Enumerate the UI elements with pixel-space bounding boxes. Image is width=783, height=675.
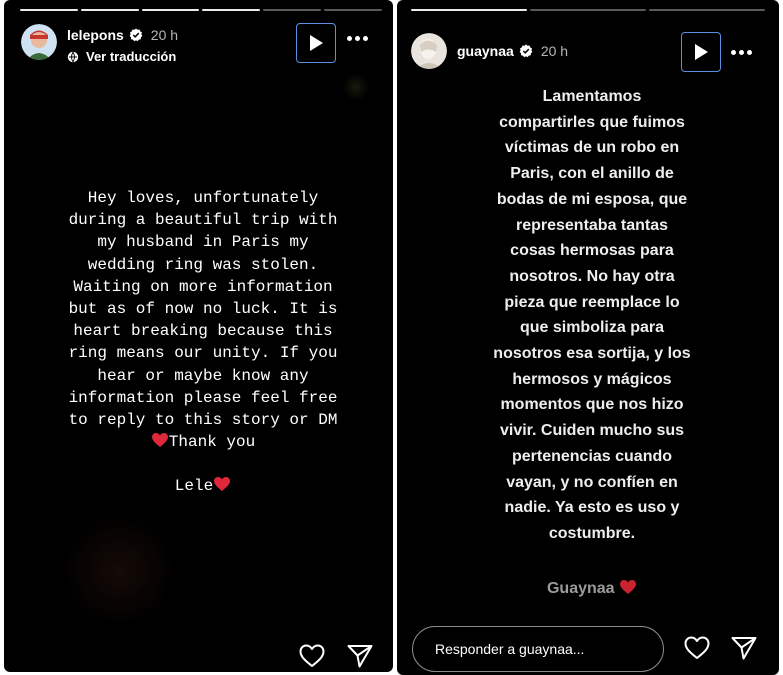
message-line: víctimas de un robo en xyxy=(504,139,680,157)
signature: Lele xyxy=(18,476,388,498)
progress-segment xyxy=(80,9,139,11)
message-line: nadie. Ya esto es uso y xyxy=(504,499,680,517)
message-line: Lamentamos xyxy=(542,88,642,105)
translate-icon xyxy=(67,51,79,62)
message-line: hermosos y mágicos xyxy=(512,370,672,388)
more-options-icon[interactable] xyxy=(347,36,368,41)
send-icon[interactable] xyxy=(730,635,758,666)
message-line: to reply to this story or DM xyxy=(68,411,338,430)
message-line: information please feel free xyxy=(68,388,338,407)
signature: Guaynaa xyxy=(457,579,727,601)
verified-badge-icon xyxy=(519,44,533,58)
message-line: but as of now no luck. It is xyxy=(68,300,338,319)
progress-segment xyxy=(202,9,261,11)
message-line: during a beautiful trip with xyxy=(68,211,338,230)
message-line: hear or maybe know any xyxy=(97,366,309,385)
story-header: guaynaa 20 h xyxy=(411,33,568,69)
progress-segment xyxy=(649,9,765,11)
send-icon[interactable] xyxy=(346,643,374,672)
message-line: pieza que reemplace lo xyxy=(504,293,680,311)
play-icon xyxy=(695,44,708,60)
message-line: ring means our unity. If you xyxy=(68,344,338,363)
message-line: pertenencias cuando xyxy=(511,447,673,465)
play-button[interactable] xyxy=(681,32,721,72)
message-line: vivir. Cuiden mucho sus xyxy=(499,422,685,440)
message-line: Thank you xyxy=(168,433,256,452)
message-line: Paris, con el anillo de xyxy=(510,165,674,183)
story-header: lelepons 20 h Ver traducción xyxy=(21,24,178,64)
story-progress-bar xyxy=(20,9,382,11)
progress-segment xyxy=(411,9,527,11)
message-line: Hey loves, unfortunately xyxy=(87,189,319,207)
play-icon xyxy=(310,35,323,51)
heart-icon[interactable] xyxy=(298,643,326,672)
progress-segment xyxy=(20,9,78,11)
message-line: wedding ring was stolen. xyxy=(87,255,319,274)
background-glow xyxy=(344,72,368,102)
story-lelepons[interactable]: lelepons 20 h Ver traducción Hey loves, … xyxy=(4,0,393,672)
message-line: costumbre. xyxy=(548,524,636,542)
message-line: my husband in Paris my xyxy=(97,233,309,252)
story-message: Lamentamos compartirles que fuimos vícti… xyxy=(457,84,727,547)
story-message: Hey loves, unfortunately during a beauti… xyxy=(18,187,388,455)
progress-segment xyxy=(141,9,200,11)
signature-text: Guaynaa xyxy=(546,580,615,597)
story-guaynaa[interactable]: guaynaa 20 h Lamentamos compartirles que… xyxy=(397,0,779,675)
signature-text: Lele xyxy=(174,477,214,495)
progress-segment xyxy=(324,9,382,11)
message-line: cosas hermosas para xyxy=(510,242,674,260)
message-line: representaba tantas xyxy=(515,216,669,234)
progress-segment xyxy=(530,9,646,11)
story-meta: lelepons 20 h Ver traducción xyxy=(67,24,178,64)
progress-segment xyxy=(263,9,322,11)
more-options-icon[interactable] xyxy=(731,50,752,55)
story-progress-bar xyxy=(411,9,765,11)
heart-icon[interactable] xyxy=(683,635,711,666)
play-button[interactable] xyxy=(296,23,336,63)
message-line: momentos que nos hizo xyxy=(500,396,684,414)
message-line: Waiting on more information xyxy=(73,277,333,296)
message-line: que simboliza para xyxy=(519,319,665,337)
avatar[interactable] xyxy=(411,33,447,69)
message-line: compartirles que fuimos xyxy=(499,113,685,131)
story-meta: guaynaa 20 h xyxy=(457,40,568,62)
username[interactable]: lelepons xyxy=(67,27,124,43)
reply-placeholder: Responder a guaynaa... xyxy=(435,641,585,657)
reply-input[interactable]: Responder a guaynaa... xyxy=(412,626,664,672)
red-heart-icon xyxy=(619,579,637,601)
avatar[interactable] xyxy=(21,24,57,60)
translate-link[interactable]: Ver traducción xyxy=(67,49,178,64)
message-line: bodas de mi esposa, que xyxy=(496,190,688,208)
message-line-with-heart: Thank you xyxy=(18,431,388,455)
verified-badge-icon xyxy=(129,28,143,42)
timestamp: 20 h xyxy=(540,43,569,59)
red-heart-icon xyxy=(213,476,231,498)
translate-label: Ver traducción xyxy=(86,49,177,64)
message-line: vayan, y no confíen en xyxy=(506,473,678,491)
username[interactable]: guaynaa xyxy=(457,43,514,59)
message-line: heart breaking because this xyxy=(73,322,333,341)
red-heart-icon xyxy=(151,432,169,455)
background-glow xyxy=(64,510,174,630)
timestamp: 20 h xyxy=(150,27,179,43)
message-line: nosotros esa sortija, y los xyxy=(493,345,691,363)
message-line: nosotros. No hay otra xyxy=(509,267,675,285)
